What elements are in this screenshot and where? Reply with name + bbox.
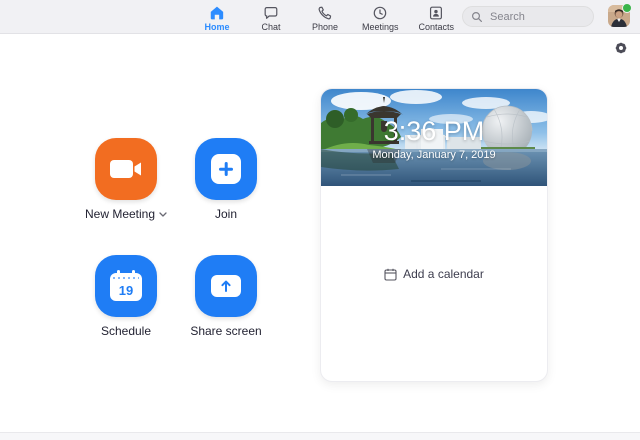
clock-background-photo	[321, 89, 547, 186]
add-calendar-label: Add a calendar	[403, 267, 484, 281]
settings-gear-icon[interactable]	[613, 40, 629, 56]
chevron-down-icon[interactable]	[159, 212, 167, 217]
calendar-widget-card: 3:36 PM Monday, January 7, 2019 Add a ca…	[320, 88, 548, 382]
user-avatar[interactable]	[608, 5, 630, 27]
search-input[interactable]	[488, 10, 585, 24]
tab-contacts-label: Contacts	[419, 22, 455, 32]
phone-icon	[317, 4, 333, 21]
schedule-button[interactable]: 19	[95, 255, 157, 317]
tab-home[interactable]: Home	[198, 3, 236, 33]
join-action: Join	[195, 138, 257, 200]
video-camera-icon	[109, 157, 143, 181]
add-calendar-button[interactable]: Add a calendar	[321, 267, 547, 281]
tab-meetings[interactable]: Meetings	[360, 3, 401, 33]
chat-icon	[263, 4, 279, 21]
share-screen-button[interactable]	[195, 255, 257, 317]
online-status-dot	[622, 3, 632, 13]
join-button[interactable]	[195, 138, 257, 200]
calendar-icon: 19	[110, 270, 142, 302]
tab-phone[interactable]: Phone	[306, 3, 344, 33]
new-meeting-label: New Meeting	[85, 207, 155, 221]
plus-icon	[211, 154, 241, 184]
new-meeting-action: New Meeting	[95, 138, 157, 200]
home-icon	[209, 4, 225, 21]
tab-phone-label: Phone	[312, 22, 338, 32]
new-meeting-button[interactable]	[95, 138, 157, 200]
top-bar: Home Chat Phone Meetings Contacts	[0, 0, 640, 34]
tab-home-label: Home	[204, 22, 229, 32]
join-label: Join	[215, 207, 237, 221]
new-meeting-label-row: New Meeting	[85, 207, 167, 221]
primary-nav: Home Chat Phone Meetings Contacts	[198, 3, 456, 33]
search-icon	[471, 11, 483, 23]
contacts-icon	[428, 4, 444, 21]
add-calendar-icon	[384, 268, 397, 281]
bottom-divider	[0, 432, 640, 440]
share-screen-label: Share screen	[190, 324, 261, 338]
calendar-day: 19	[119, 281, 133, 301]
tab-contacts[interactable]: Contacts	[417, 3, 457, 33]
share-up-arrow-icon	[211, 275, 241, 297]
schedule-action: 19 Schedule	[95, 255, 157, 317]
share-screen-action: Share screen	[195, 255, 257, 317]
search-box[interactable]	[462, 6, 594, 27]
tab-meetings-label: Meetings	[362, 22, 399, 32]
meetings-clock-icon	[372, 4, 388, 21]
schedule-label: Schedule	[101, 324, 151, 338]
tab-chat-label: Chat	[261, 22, 280, 32]
tab-chat[interactable]: Chat	[252, 3, 290, 33]
